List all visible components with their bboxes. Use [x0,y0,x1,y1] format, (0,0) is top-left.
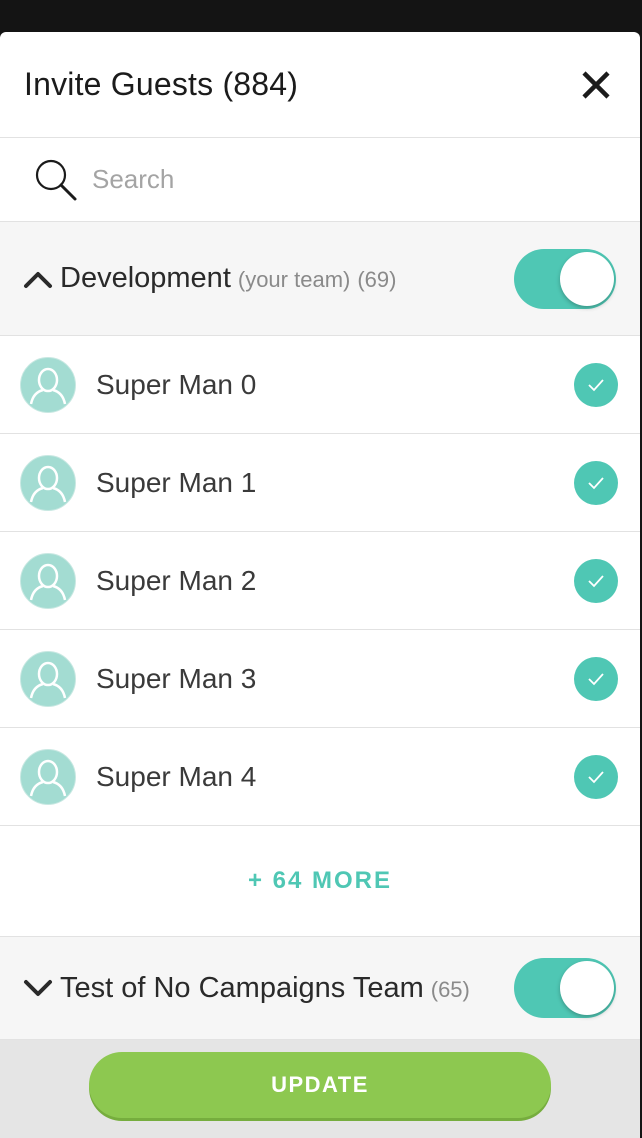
checkmark-icon [588,574,604,587]
member-row[interactable]: Super Man 0 [0,336,640,434]
member-checkbox[interactable] [574,656,618,701]
search-icon [35,159,77,200]
chevron-up-icon[interactable] [22,268,54,290]
update-button[interactable]: UPDATE [89,1052,551,1118]
member-checkbox[interactable] [574,362,618,407]
team-count: (69) [357,267,397,292]
member-name: Super Man 0 [96,368,257,400]
chevron-down-icon[interactable] [22,977,54,999]
user-avatar-icon [29,367,67,404]
member-row[interactable]: Super Man 1 [0,434,640,532]
team-name: Development [60,262,231,294]
close-icon [582,70,610,99]
toggle-knob [560,961,614,1015]
member-row[interactable]: Super Man 3 [0,630,640,728]
member-name: Super Man 3 [96,662,257,694]
member-checkbox[interactable] [574,558,618,603]
backdrop-bar [0,0,642,32]
team-header-development[interactable]: Development (your team) (69) [0,222,640,336]
user-avatar-icon [29,563,67,600]
avatar [20,552,76,609]
member-checkbox[interactable] [574,754,618,799]
member-name: Super Man 2 [96,564,257,596]
modal-footer: UPDATE [0,1040,640,1138]
member-name: Super Man 4 [96,760,257,792]
invite-guests-modal: Invite Guests (884) Development (your te… [0,32,640,1138]
team-toggle[interactable] [514,958,616,1018]
modal-header: Invite Guests (884) [0,32,640,138]
checkmark-icon [588,378,604,391]
checkmark-icon [588,770,604,783]
team-title: Test of No Campaigns Team (65) [22,972,470,1005]
toggle-knob [560,251,614,306]
user-avatar-icon [29,465,67,502]
team-header-test-no-campaigns[interactable]: Test of No Campaigns Team (65) [0,936,640,1040]
member-row[interactable]: Super Man 4 [0,728,640,826]
user-avatar-icon [29,759,67,796]
team-note: (your team) [237,267,351,292]
close-button[interactable] [576,65,616,105]
avatar [20,748,76,805]
search-bar [0,138,640,222]
member-row[interactable]: Super Man 2 [0,532,640,630]
checkmark-icon [588,672,604,685]
modal-title: Invite Guests (884) [24,66,299,102]
show-more-link[interactable]: + 64 MORE [0,826,640,936]
member-name: Super Man 1 [96,466,257,498]
avatar [20,356,76,413]
checkmark-icon [588,476,604,489]
team-count: (65) [430,976,470,1002]
avatar [20,454,76,511]
member-checkbox[interactable] [574,460,618,505]
team-toggle[interactable] [514,248,616,309]
user-avatar-icon [29,661,67,698]
avatar [20,650,76,707]
search-input[interactable] [90,163,574,196]
team-name: Test of No Campaigns Team [60,971,424,1004]
team-title: Development (your team) (69) [22,262,396,295]
